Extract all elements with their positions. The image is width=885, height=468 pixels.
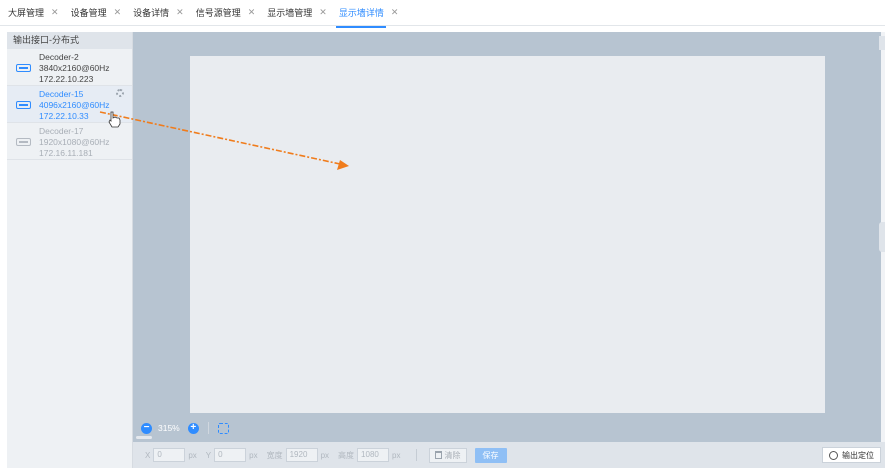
tab-label: 大屏管理	[8, 8, 45, 18]
tab-signal-source-management[interactable]: 信号源管理 ✕	[196, 6, 256, 19]
zoom-out-icon[interactable]: −	[141, 422, 152, 434]
zoom-level: 315%	[158, 423, 180, 433]
clear-button[interactable]: 清除	[428, 447, 467, 463]
close-icon[interactable]: ✕	[51, 7, 59, 18]
device-resolution: 4096x2160@60Hz	[39, 100, 110, 110]
tab-label: 显示墙详情	[338, 8, 384, 18]
fit-screen-icon[interactable]	[217, 422, 229, 434]
tab-label: 设备详情	[133, 8, 170, 18]
panel-title: 输出接口-分布式	[7, 32, 132, 49]
tab-display-wall-management[interactable]: 显示墙管理 ✕	[267, 6, 327, 19]
monitor-icon	[16, 101, 31, 109]
tab-label: 显示墙管理	[267, 8, 313, 18]
collapse-panel-handle[interactable]	[879, 222, 885, 252]
height-label: 高度	[338, 450, 355, 460]
zoom-in-icon[interactable]: +	[187, 422, 199, 434]
height-unit: px	[392, 450, 401, 460]
bottom-toolbar: X 0 px Y 0 px 宽度 1920 px 高度 1080 px 清除 保…	[133, 442, 885, 468]
y-input[interactable]: 0	[214, 448, 247, 462]
output-interface-panel: 输出接口-分布式 Decoder-2 3840x2160@60Hz 172.22…	[7, 32, 133, 468]
tab-bar: 大屏管理 ✕ 设备管理 ✕ 设备详情 ✕ 信号源管理 ✕ 显示墙管理 ✕ 显示墙…	[0, 0, 885, 28]
monitor-icon	[16, 138, 31, 146]
close-icon[interactable]: ✕	[248, 7, 256, 18]
trash-icon	[434, 451, 442, 459]
output-item-decoder-15[interactable]: Decoder-15 4096x2160@60Hz 172.22.10.33	[7, 86, 132, 123]
height-input[interactable]: 1080	[357, 448, 390, 462]
y-label: Y	[205, 450, 212, 460]
close-icon[interactable]: ✕	[391, 7, 399, 18]
save-button[interactable]: 保存	[474, 447, 507, 463]
gear-icon[interactable]	[116, 89, 124, 97]
close-icon[interactable]: ✕	[114, 7, 122, 18]
close-icon[interactable]: ✕	[319, 7, 327, 18]
device-resolution: 1920x1080@60Hz	[39, 137, 110, 147]
panel-edge-handle[interactable]	[879, 36, 885, 50]
device-name: Decoder-17	[39, 126, 84, 136]
output-item-decoder-17[interactable]: Decoder-17 1920x1080@60Hz 172.16.11.181	[7, 123, 132, 160]
device-ip: 172.22.10.223	[39, 74, 94, 84]
tab-screen-management[interactable]: 大屏管理 ✕	[8, 6, 59, 19]
close-icon[interactable]: ✕	[176, 7, 184, 18]
tab-device-management[interactable]: 设备管理 ✕	[71, 6, 122, 19]
device-ip: 172.22.10.33	[39, 111, 89, 121]
width-input[interactable]: 1920	[285, 448, 318, 462]
output-item-decoder-2[interactable]: Decoder-2 3840x2160@60Hz 172.22.10.223	[7, 49, 132, 86]
device-name: Decoder-2	[39, 52, 79, 62]
monitor-icon	[16, 64, 31, 72]
y-unit: px	[249, 450, 258, 460]
x-input[interactable]: 0	[153, 448, 186, 462]
width-label: 宽度	[266, 450, 283, 460]
display-screen-area[interactable]	[190, 56, 825, 413]
device-resolution: 3840x2160@60Hz	[39, 63, 110, 73]
tab-device-details[interactable]: 设备详情 ✕	[133, 6, 184, 19]
device-ip: 172.16.11.181	[39, 148, 93, 158]
locate-label: 输出定位	[842, 450, 874, 460]
x-unit: px	[188, 450, 197, 460]
tab-label: 信号源管理	[195, 8, 241, 18]
clear-label: 清除	[444, 450, 461, 460]
divider	[415, 449, 417, 461]
zoom-controls: − 315% +	[141, 422, 229, 434]
divider	[207, 422, 209, 434]
tab-display-wall-details[interactable]: 显示墙详情 ✕	[335, 6, 399, 28]
horizontal-scrollbar[interactable]	[136, 436, 152, 439]
width-unit: px	[320, 450, 330, 460]
tab-label: 设备管理	[70, 8, 107, 18]
crosshair-icon	[829, 450, 838, 460]
x-label: X	[145, 450, 151, 460]
output-locate-button[interactable]: 输出定位	[822, 447, 881, 463]
